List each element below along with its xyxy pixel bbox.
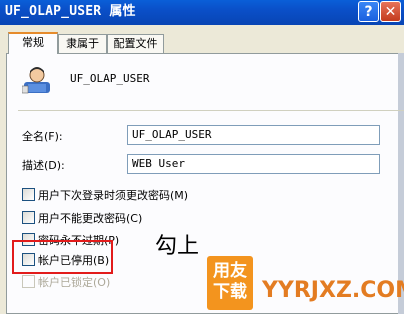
account-locked-label: 帐户已锁定(O) [38, 276, 111, 289]
account-locked-checkbox [22, 275, 35, 288]
cannot-change-password-checkbox[interactable] [22, 211, 35, 224]
title-bar[interactable]: UF_OLAP_USER 属性 ? ✕ [0, 0, 404, 25]
close-icon: ✕ [384, 3, 397, 20]
user-name: UF_OLAP_USER [70, 72, 150, 85]
right-edge [398, 53, 404, 314]
watermark-badge-line1: 用友 [213, 261, 247, 281]
watermark-badge-line2: 下载 [213, 282, 247, 302]
must-change-password-label: 用户下次登录时须更改密码(M) [38, 189, 189, 202]
fullname-field[interactable]: UF_OLAP_USER [127, 125, 380, 145]
window-title: UF_OLAP_USER 属性 [5, 4, 136, 19]
watermark-site: YYRJXZ.COM [262, 278, 404, 303]
description-label: 描述(D): [22, 159, 65, 172]
tab-general[interactable]: 常规 [8, 32, 58, 54]
close-button[interactable]: ✕ [380, 1, 401, 22]
cannot-change-password-label: 用户不能更改密码(C) [38, 212, 143, 225]
description-field[interactable]: WEB User [127, 154, 380, 174]
tab-member-of[interactable]: 隶属于 [58, 34, 107, 53]
separator [18, 110, 404, 111]
help-button[interactable]: ? [358, 1, 379, 22]
watermark-badge: 用友 下载 [207, 256, 253, 310]
highlight-box [12, 240, 113, 274]
fullname-label: 全名(F): [22, 130, 63, 143]
tab-profile[interactable]: 配置文件 [107, 34, 164, 53]
help-icon: ? [364, 3, 373, 20]
must-change-password-checkbox[interactable] [22, 188, 35, 201]
user-icon [22, 67, 50, 94]
annotation-note: 勾上 [155, 234, 200, 259]
